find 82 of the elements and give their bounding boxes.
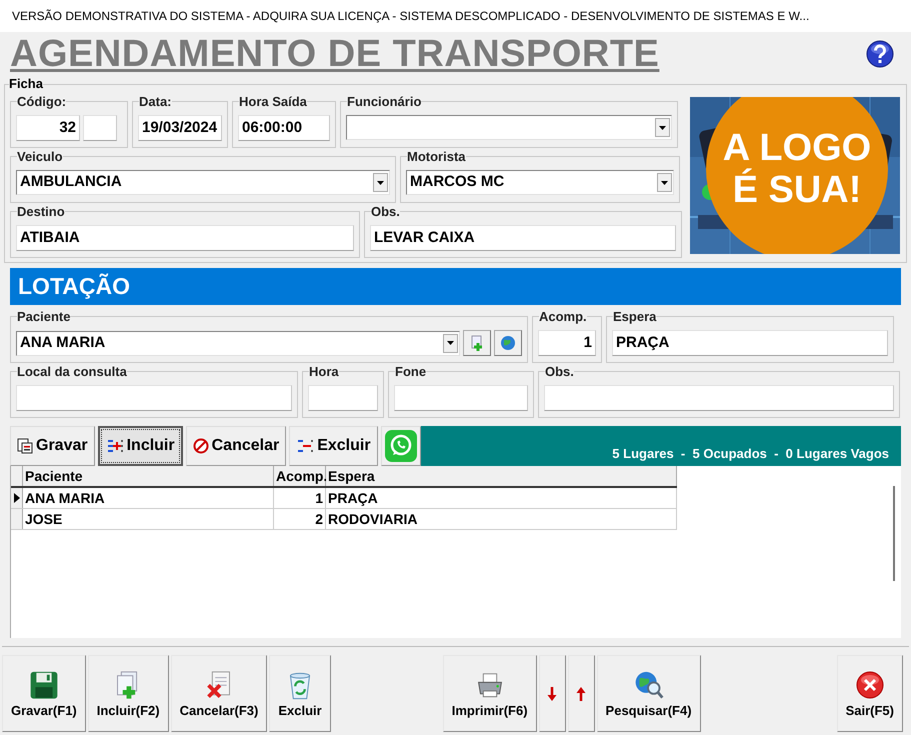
cancel-icon	[192, 438, 209, 454]
move-down-button[interactable]	[538, 655, 566, 732]
input-field[interactable]: 1	[538, 330, 596, 356]
globe-icon	[500, 335, 516, 351]
input-field[interactable]: 32	[16, 115, 80, 141]
column-header[interactable]: Paciente	[23, 466, 274, 486]
globe-search-icon	[632, 670, 665, 700]
field-label: Fone	[395, 364, 426, 379]
report-icon	[17, 438, 33, 454]
field-label: Obs.	[371, 204, 400, 219]
dropdown-field[interactable]: ANA MARIA	[16, 330, 460, 356]
field-label: Espera	[613, 309, 656, 324]
table-cell: 1	[274, 488, 326, 508]
caret-icon[interactable]	[661, 180, 668, 184]
table-cell: RODOVIARIA	[326, 509, 677, 529]
field-label: Obs.	[545, 364, 574, 379]
caret-icon[interactable]	[377, 180, 384, 184]
input-field[interactable]: LEVAR CAIXA	[370, 225, 676, 251]
field-label: Paciente	[17, 309, 70, 324]
field-label: Veiculo	[17, 149, 63, 164]
input-field[interactable]	[16, 385, 292, 411]
seat-summary: 5 Lugares - 5 Ocupados - 0 Lugares Vagos	[612, 444, 889, 463]
toolbar-button[interactable]: Cancelar	[186, 426, 286, 466]
close-icon	[854, 670, 885, 700]
chat-button[interactable]	[380, 426, 421, 466]
table-cell: JOSE	[23, 509, 274, 529]
input-field[interactable]	[544, 385, 894, 411]
search-button[interactable]	[494, 330, 522, 356]
field-label: Destino	[17, 204, 65, 219]
table-cell: PRAÇA	[326, 488, 677, 508]
field-label: Hora Saída	[239, 94, 307, 109]
field-label: Motorista	[407, 149, 466, 164]
toolbar-button[interactable]: Incluir	[98, 426, 183, 466]
row-header[interactable]	[11, 488, 23, 508]
add-button[interactable]	[463, 330, 491, 356]
input-field[interactable]: 19/03/2024	[138, 115, 222, 141]
field-label: Data:	[139, 94, 172, 109]
input-field[interactable]	[394, 385, 528, 411]
page-heading: AGENDAMENTO DE TRANSPORTE	[10, 35, 660, 73]
input-field[interactable]: 06:00:00	[238, 115, 330, 141]
toolbar-button[interactable]: Sair(F5)	[836, 655, 903, 732]
field-label: Hora	[309, 364, 339, 379]
dropdown-field[interactable]	[346, 115, 672, 140]
toolbar-button[interactable]: Pesquisar(F4)	[596, 655, 701, 732]
toolbar-button[interactable]: Imprimir(F6)	[442, 655, 537, 732]
help-icon[interactable]	[865, 39, 895, 69]
field-label: Local da consulta	[17, 364, 127, 379]
column-header[interactable]: Acomp.	[274, 466, 326, 486]
dropdown-field[interactable]: MARCOS MC	[406, 170, 674, 195]
toolbar-button[interactable]: Gravar(F1)	[2, 655, 86, 732]
caret-icon[interactable]	[659, 126, 666, 130]
caret-icon[interactable]	[447, 341, 454, 345]
input-field[interactable]	[308, 385, 378, 411]
logo-text: É SUA!	[732, 169, 862, 211]
window-title: VERSÃO DEMONSTRATIVA DO SISTEMA - ADQUIRA SUA LICENÇA - SISTEMA DESCOMPLICADO - DESENVOLVIMENTO DE SISTEMAS E W...	[12, 8, 810, 25]
field-label: Acomp.	[539, 309, 587, 324]
toolbar-button[interactable]: Incluir(F2)	[88, 655, 169, 732]
column-header[interactable]: Espera	[326, 466, 677, 486]
move-up-button[interactable]	[568, 655, 595, 732]
input-field[interactable]: ATIBAIA	[16, 225, 354, 251]
group-label: Ficha	[9, 76, 43, 91]
up-arrow-icon	[576, 686, 586, 702]
row-pointer-icon	[14, 493, 20, 503]
dropdown-field[interactable]: AMBULANCIA	[16, 170, 390, 195]
field-label: Funcionário	[347, 94, 422, 109]
down-arrow-icon	[547, 686, 558, 702]
toolbar-button[interactable]: Cancelar(F3)	[170, 655, 268, 732]
table-cell: ANA MARIA	[23, 488, 274, 508]
scrollbar-thumb[interactable]	[893, 486, 895, 581]
section-header: LOTAÇÃO	[10, 268, 901, 305]
logo-text: A LOGO	[722, 127, 872, 169]
list-remove-icon	[296, 438, 314, 454]
field-label: Código:	[17, 94, 66, 109]
toolbar-button[interactable]: Gravar	[10, 426, 95, 466]
toolbar-button[interactable]: Excluir	[269, 655, 331, 732]
document-add-icon	[470, 335, 484, 351]
input-field[interactable]	[83, 115, 117, 141]
list-add-icon	[106, 438, 124, 454]
input-field[interactable]: PRAÇA	[612, 330, 888, 356]
toolbar-button[interactable]: Excluir	[289, 426, 378, 466]
chat-icon	[384, 429, 418, 463]
table-cell: 2	[274, 509, 326, 529]
